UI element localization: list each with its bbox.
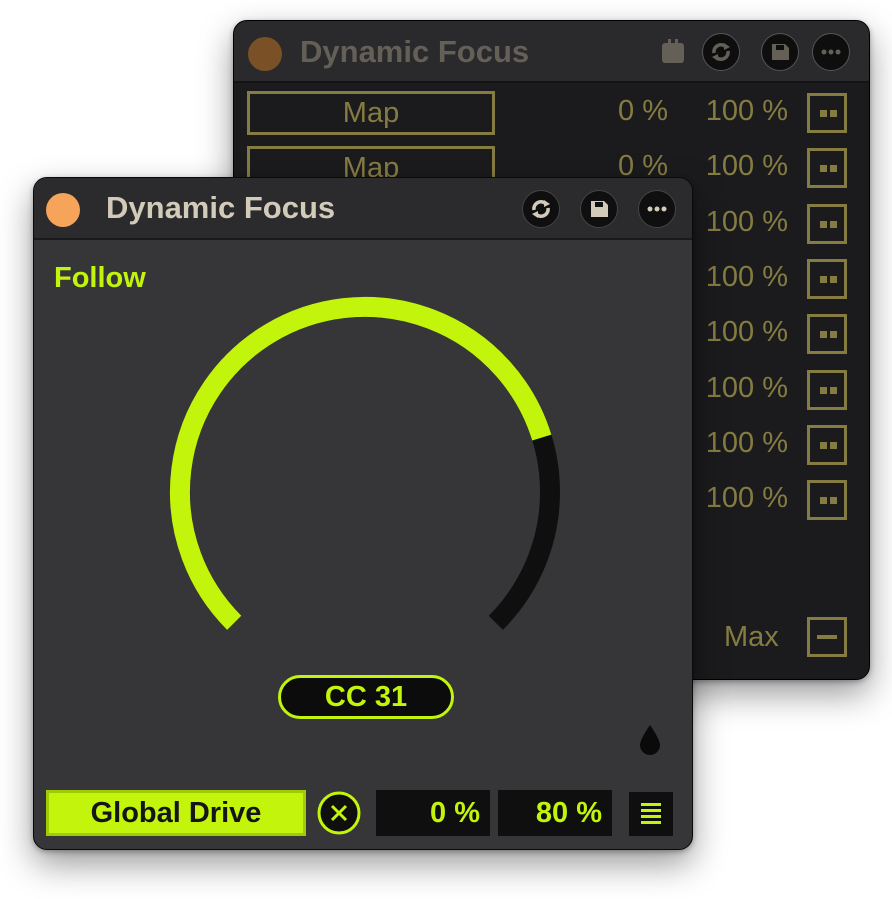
back-title-bar: Dynamic Focus: [234, 21, 869, 83]
refresh-icon: [712, 43, 730, 61]
save-button[interactable]: [761, 33, 799, 71]
row-toggle-button[interactable]: [807, 148, 847, 188]
range-max-value[interactable]: 100 %: [684, 206, 788, 239]
range-max-value[interactable]: 100 %: [684, 261, 788, 294]
device-title: Dynamic Focus: [300, 34, 530, 69]
range-max-value[interactable]: 100 %: [684, 372, 788, 405]
pin-icon[interactable]: [658, 37, 688, 67]
front-device-panel: Dynamic Focus Follow CC 31 Global Drive …: [33, 177, 693, 850]
range-min-value[interactable]: 0 %: [564, 95, 668, 128]
refresh-button[interactable]: [702, 33, 740, 71]
focus-dial[interactable]: [34, 178, 693, 738]
range-max-value[interactable]: 100 %: [684, 316, 788, 349]
row-toggle-button[interactable]: [807, 204, 847, 244]
range-max-value[interactable]: 100 %: [684, 482, 788, 515]
row-toggle-button[interactable]: [807, 480, 847, 520]
row-toggle-button[interactable]: [807, 259, 847, 299]
range-max-value[interactable]: 100 %: [684, 95, 788, 128]
max-label: Max: [724, 621, 779, 653]
max-collapse-button[interactable]: [807, 617, 847, 657]
more-icon: [821, 49, 841, 55]
row-toggle-button[interactable]: [807, 314, 847, 354]
clear-icon[interactable]: [316, 790, 362, 836]
row-toggle-button[interactable]: [807, 425, 847, 465]
map-button[interactable]: Map: [247, 91, 495, 135]
range-max-value[interactable]: 100 %: [684, 427, 788, 460]
mapping-row: Map 0 % 100 %: [234, 91, 869, 137]
more-button[interactable]: [812, 33, 850, 71]
list-icon[interactable]: [629, 792, 673, 836]
min-value-field[interactable]: 0 %: [376, 790, 490, 836]
max-value-field[interactable]: 80 %: [498, 790, 612, 836]
range-max-value[interactable]: 100 %: [684, 150, 788, 183]
row-toggle-button[interactable]: [807, 370, 847, 410]
drop-icon[interactable]: [638, 723, 662, 757]
row-toggle-button[interactable]: [807, 93, 847, 133]
dial-value-arc: [169, 296, 552, 630]
cc-assignment-label[interactable]: CC 31: [278, 675, 454, 719]
global-drive-button[interactable]: Global Drive: [46, 790, 306, 836]
save-icon: [772, 44, 789, 60]
device-activator-button[interactable]: [248, 37, 282, 71]
